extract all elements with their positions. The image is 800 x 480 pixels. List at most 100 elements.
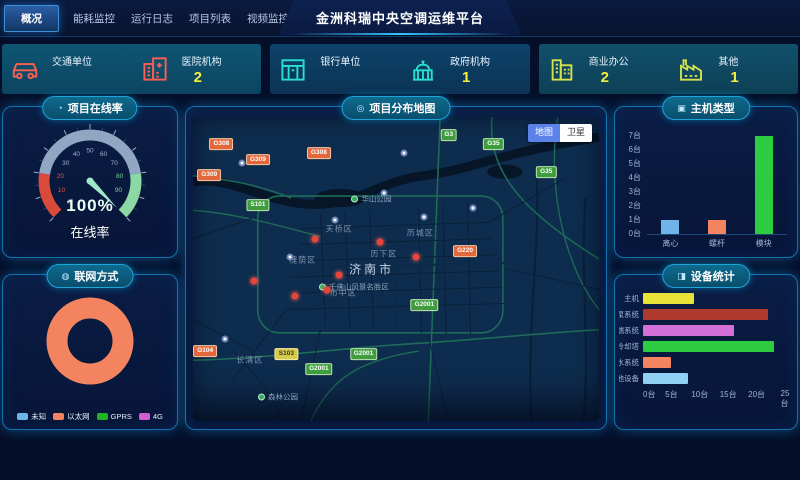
device-label: 主机 [619, 293, 639, 304]
legend-swatch [17, 413, 28, 420]
stat-transport[interactable]: 交通单位 [2, 53, 132, 86]
panel-device-header: ◨ 设备统计 [662, 264, 750, 288]
station-marker [401, 150, 408, 157]
stat-label: 政府机构 [450, 53, 490, 68]
legend-swatch [139, 413, 150, 420]
poi-label: 华山公园 [361, 194, 391, 205]
project-marker[interactable] [413, 253, 420, 260]
project-marker[interactable] [250, 278, 257, 285]
svg-text:50: 50 [86, 148, 94, 155]
svg-text:90: 90 [115, 187, 123, 194]
stat-bank[interactable]: 银行单位 [270, 53, 400, 86]
device-label: 末端系统 [619, 325, 639, 336]
bar [643, 293, 694, 304]
road-badge: G104 [193, 345, 217, 357]
road-badge: S103 [275, 348, 298, 360]
bar [643, 357, 671, 368]
host-type-icon: ▣ [677, 103, 686, 114]
svg-text:100%: 100% [66, 196, 113, 215]
map-canvas[interactable]: 济南市槐荫区天桥区历下区市中区历城区长清区千佛山风景名胜区华山公园森林公园G30… [193, 117, 599, 421]
legend-swatch [97, 413, 108, 420]
bar-track [643, 309, 785, 320]
right-column: ▣ 主机类型 0台1台2台3台4台5台6台7台离心螺杆模块 ◨ 设备统计 主机泵… [614, 106, 798, 430]
nav-tab-project-list[interactable]: 项目列表 [187, 7, 233, 30]
bar [643, 341, 774, 352]
panel-network-type: ◍ 联网方式 未知以太网GPRS4G [2, 274, 178, 430]
bar [708, 220, 726, 234]
stat-value: 2 [182, 69, 222, 86]
panel-title-text: 项目在线率 [68, 100, 123, 116]
bank-icon [278, 54, 308, 84]
x-axis-category-label: 模块 [756, 238, 772, 249]
car-icon [10, 54, 40, 84]
map-mode-button[interactable]: 地图 [528, 124, 560, 142]
bar-track [643, 373, 785, 384]
network-legend: 未知 以太网 GPRS 4G [3, 411, 177, 422]
panel-online-rate-header: ◔ 项目在线率 [42, 96, 137, 120]
project-marker[interactable] [311, 235, 318, 242]
stat-government[interactable]: 政府机构 1 [400, 53, 530, 86]
bar-track [643, 341, 785, 352]
bar-track [643, 293, 785, 304]
nav-tab-overview[interactable]: 概况 [4, 5, 59, 32]
legend-item[interactable]: GPRS [97, 411, 132, 422]
station-marker [222, 335, 229, 342]
legend-label: 以太网 [67, 411, 90, 422]
satellite-mode-button[interactable]: 卫星 [560, 124, 592, 142]
svg-text:30: 30 [62, 160, 70, 167]
legend-item[interactable]: 以太网 [53, 411, 90, 422]
y-axis-tick-label: 5台 [621, 158, 641, 169]
online-rate-gauge: 0102030405060708090100%在线率 [3, 119, 177, 257]
road-badge: G3 [440, 129, 457, 141]
bar-track [643, 357, 785, 368]
left-column: ◔ 项目在线率 0102030405060708090100%在线率 ◍ 联网方… [2, 106, 178, 430]
svg-text:20: 20 [57, 173, 65, 180]
panel-device-stats: ◨ 设备统计 主机泵系统末端系统冷却塔水系统其他设备0台5台10台15台20台2… [614, 274, 798, 430]
road-badge: S101 [246, 199, 269, 211]
svg-text:在线率: 在线率 [70, 225, 109, 240]
bar-plot-area [647, 136, 787, 235]
gauge-icon: ◔ [57, 103, 62, 113]
stats-card-transport-hospital: 交通单位 医院机构 2 [2, 44, 261, 94]
map-district-label: 长清区 [236, 355, 263, 366]
main-content: ◔ 项目在线率 0102030405060708090100%在线率 ◍ 联网方… [2, 106, 798, 430]
stat-office[interactable]: 商业办公 2 [539, 53, 669, 86]
road-badge: G220 [453, 245, 477, 257]
legend-item[interactable]: 4G [139, 411, 163, 422]
nav-tab-run-log[interactable]: 运行日志 [129, 7, 175, 30]
station-marker [470, 205, 477, 212]
project-marker[interactable] [291, 293, 298, 300]
map-district-label: 天桥区 [326, 224, 353, 235]
poi-label: 森林公园 [268, 391, 298, 402]
nav-tab-energy-monitor[interactable]: 能耗监控 [71, 7, 117, 30]
device-label: 水系统 [619, 357, 639, 368]
bar [661, 220, 679, 234]
stat-label: 其他 [718, 53, 738, 68]
stat-other[interactable]: 其他 1 [668, 53, 798, 86]
svg-text:80: 80 [116, 173, 124, 180]
x-axis-tick-label: 15台 [720, 389, 737, 400]
road-badge: G2001 [305, 363, 333, 375]
x-axis-category-label: 离心 [662, 238, 678, 249]
stats-card-row: 交通单位 医院机构 2 [2, 44, 798, 94]
stat-hospital[interactable]: 医院机构 2 [132, 53, 262, 86]
bar [643, 373, 688, 384]
legend-swatch [53, 413, 64, 420]
host-type-bar-chart: 0台1台2台3台4台5台6台7台离心螺杆模块 [621, 123, 787, 249]
road-badge: G2001 [350, 348, 378, 360]
device-row: 其他设备 [619, 373, 785, 384]
map-city-label: 济南市 [349, 261, 394, 278]
network-donut-chart [3, 289, 177, 393]
map-district-label: 历城区 [407, 227, 434, 238]
project-marker[interactable] [336, 272, 343, 279]
map-poi-label: 森林公园 [258, 391, 298, 402]
project-marker[interactable] [323, 287, 330, 294]
y-axis-tick-label: 4台 [621, 172, 641, 183]
legend-label: 未知 [31, 411, 46, 422]
top-nav: 概况 能耗监控 运行日志 项目列表 视频监控 金洲科瑞中央空调运维平台 [0, 0, 800, 37]
legend-item[interactable]: 未知 [17, 411, 46, 422]
stat-value: 2 [589, 69, 629, 86]
panel-host-header: ▣ 主机类型 [662, 96, 750, 120]
svg-text:60: 60 [100, 151, 108, 158]
project-marker[interactable] [376, 238, 383, 245]
